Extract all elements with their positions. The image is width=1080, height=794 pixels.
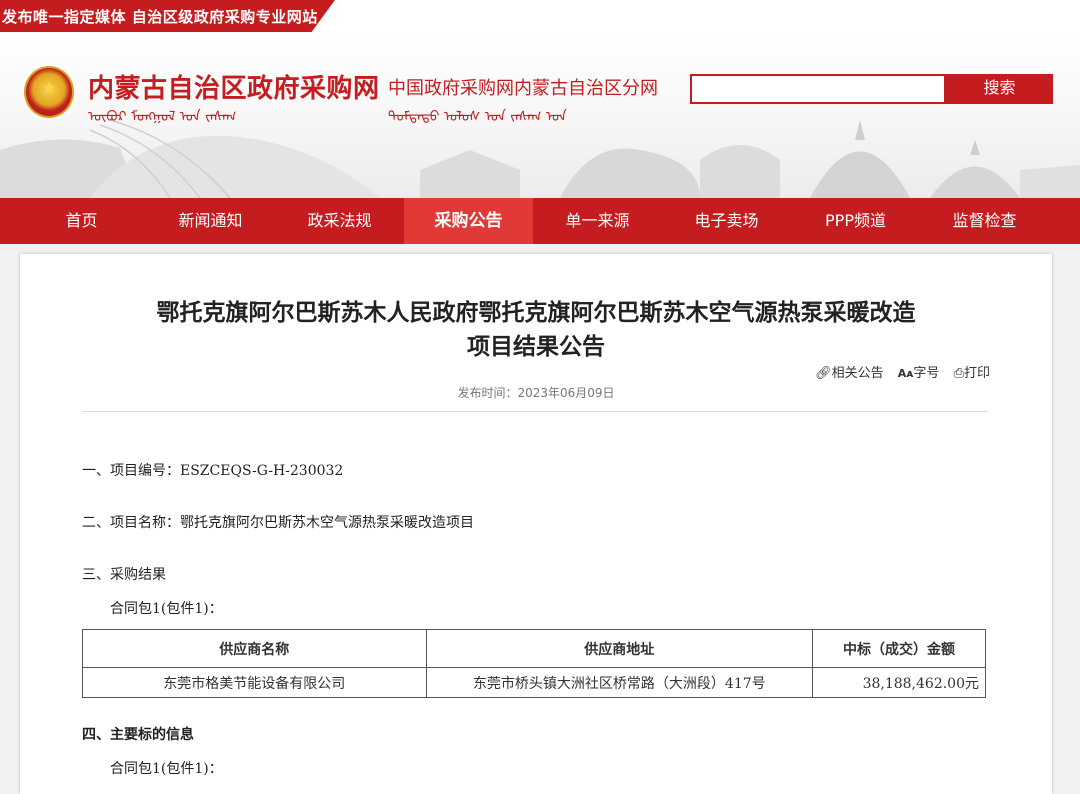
link-icon: 🔗︎ (815, 366, 832, 381)
font-size-toggle[interactable]: Aᴀ字号 (898, 366, 940, 381)
printer-icon: ⎙ (953, 366, 964, 381)
result-table: 供应商名称 供应商地址 中标（成交）金额 东莞市格美节能设备有限公司 东莞市桥头… (82, 629, 986, 698)
national-emblem-icon: ★ (24, 66, 74, 118)
table-header-supplier-address: 供应商地址 (425, 629, 814, 668)
article-panel: 鄂托克旗阿尔巴斯苏木人民政府鄂托克旗阿尔巴斯苏木空气源热泵采暖改造 项目结果公告… (20, 254, 1052, 794)
title-divider (82, 411, 988, 412)
article-title: 鄂托克旗阿尔巴斯苏木人民政府鄂托克旗阿尔巴斯苏木空气源热泵采暖改造 项目结果公告 (20, 296, 1052, 364)
nav-item-single-source[interactable]: 单一来源 (533, 198, 662, 244)
supplier-address-cell: 东莞市桥头镇大洲社区桥常路（大洲段）417号 (425, 667, 814, 698)
site-title[interactable]: 内蒙古自治区政府采购网 (88, 68, 380, 105)
supplier-name-cell: 东莞市格美节能设备有限公司 (82, 667, 427, 698)
article-tools: 🔗︎相关公告 Aᴀ字号 ⎙打印 (795, 362, 990, 381)
nav-item-procurement-notice[interactable]: 采购公告 (404, 198, 533, 244)
nav-item-supervision[interactable]: 监督检查 (920, 198, 1049, 244)
nav-item-e-mall[interactable]: 电子卖场 (662, 198, 791, 244)
mongolian-site-subtitle: ᠳᠤᠮᠳᠠᠳᠤ ᠤᠯᠤᠰ ᠤᠨ ᠵᠠᠰᠠᠭ ᠤᠨ (388, 109, 567, 125)
award-amount-cell: 38,188,462.00元 (812, 667, 986, 698)
section-result-package: 合同包1(包件1)： (110, 601, 223, 617)
top-slogan-bar: 发布唯一指定媒体 自治区级政府采购专业网站 (0, 0, 1080, 32)
font-size-icon: Aᴀ (897, 367, 914, 380)
article-title-line1: 鄂托克旗阿尔巴斯苏木人民政府鄂托克旗阿尔巴斯苏木空气源热泵采暖改造 (156, 300, 916, 326)
section-result-heading: 三、采购结果 (82, 567, 166, 583)
search-input[interactable] (690, 74, 946, 104)
table-row: 东莞市格美节能设备有限公司 东莞市桥头镇大洲社区桥常路（大洲段）417号 38,… (82, 667, 986, 698)
nav-item-ppp[interactable]: PPP频道 (791, 198, 920, 244)
section-main-items-heading: 四、主要标的信息 (82, 727, 194, 743)
publish-date: 发布时间：2023年06月09日 (457, 386, 615, 400)
search-button[interactable]: 搜索 (946, 74, 1053, 104)
print-button[interactable]: ⎙打印 (954, 366, 990, 381)
section-project-number: 一、项目编号：ESZCEQS-G-H-230032 (82, 463, 344, 479)
nav-item-news[interactable]: 新闻通知 (146, 198, 275, 244)
slogan-text: 发布唯一指定媒体 自治区级政府采购专业网站 (2, 8, 318, 26)
section-main-items-package: 合同包1(包件1)： (110, 761, 223, 777)
table-header-row: 供应商名称 供应商地址 中标（成交）金额 (82, 629, 986, 668)
nav-item-regulations[interactable]: 政采法规 (275, 198, 404, 244)
site-subtitle: 中国政府采购网内蒙古自治区分网 (388, 78, 658, 99)
main-nav: 首页 新闻通知 政采法规 采购公告 单一来源 电子卖场 PPP频道 监督检查 (0, 198, 1080, 244)
section-project-name: 二、项目名称：鄂托克旗阿尔巴斯苏木空气源热泵采暖改造项目 (82, 515, 474, 531)
table-header-supplier-name: 供应商名称 (82, 629, 427, 668)
site-banner: ★ 内蒙古自治区政府采购网 中国政府采购网内蒙古自治区分网 ᠥᠪᠥᠷ ᠮᠣᠩᠭᠣ… (0, 32, 1080, 198)
table-header-award-amount: 中标（成交）金额 (812, 629, 986, 668)
article-title-line2: 项目结果公告 (467, 334, 605, 360)
mongolian-site-title: ᠥᠪᠥᠷ ᠮᠣᠩᠭᠣᠯ ᠤᠨ ᠵᠠᠰᠠᠭ (88, 109, 237, 125)
related-notices-link[interactable]: 🔗︎相关公告 (805, 366, 884, 381)
nav-item-home[interactable]: 首页 (17, 198, 146, 244)
